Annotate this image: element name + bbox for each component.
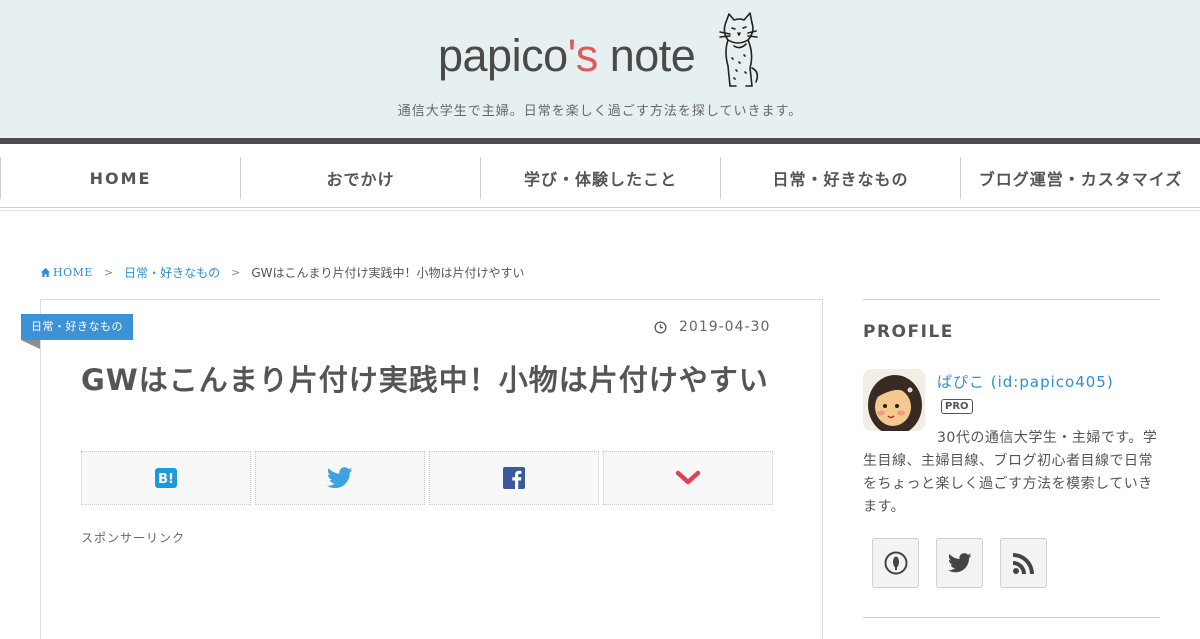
avatar[interactable] — [863, 369, 925, 431]
home-icon — [40, 267, 51, 277]
category-label-fold — [21, 340, 40, 349]
profile-bio: 30代の通信大学生・主婦です。学生目線、主婦目線、ブログ初心者目線で日常をちょっ… — [863, 430, 1158, 515]
clock-icon — [654, 320, 667, 334]
rss-icon — [1012, 553, 1034, 574]
nav-item-home[interactable]: HOME — [0, 157, 240, 199]
logo-tail: note — [597, 30, 696, 81]
site-header: papico's note 通信大学生で主婦。日常を楽しく過ごす方法を探していき… — [0, 0, 1200, 138]
avatar-illustration — [863, 369, 925, 431]
global-nav: HOME おでかけ 学び・体験したこと 日常・好きなもの ブログ運営・カスタマイ… — [0, 157, 1200, 199]
hatena-icon — [884, 551, 907, 575]
twitter-icon — [947, 553, 972, 573]
breadcrumb-home[interactable]: HOME — [40, 266, 93, 279]
sponsor-label: スポンサーリンク — [81, 531, 186, 545]
logo-main: papico — [438, 30, 568, 81]
nav-item-nichijo[interactable]: 日常・好きなもの — [720, 157, 960, 199]
hatena-profile-button[interactable] — [872, 538, 919, 588]
twitter-share-button[interactable] — [255, 451, 425, 505]
breadcrumb-current: GWはこんまり片付け実践中！小物は片付けやすい — [251, 265, 525, 280]
cat-logo-icon — [719, 12, 759, 87]
profile-name-link[interactable]: ぱぴこ (id:papico405) — [937, 371, 1114, 392]
pro-badge: PRO — [941, 399, 973, 414]
facebook-icon — [503, 467, 525, 489]
article-category-label[interactable]: 日常・好きなもの — [21, 314, 133, 340]
breadcrumb: HOME > 日常・好きなもの > GWはこんまり片付け実践中！小物は片付けやす… — [40, 263, 525, 281]
breadcrumb-category[interactable]: 日常・好きなもの — [124, 264, 220, 281]
chevron-right-icon: > — [103, 265, 114, 279]
twitter-profile-button[interactable] — [936, 538, 983, 588]
nav-item-blog[interactable]: ブログ運営・カスタマイズ — [960, 157, 1200, 199]
share-buttons: B! — [81, 451, 773, 505]
nav-item-manabi[interactable]: 学び・体験したこと — [480, 157, 720, 199]
hatena-bookmark-icon: B! — [155, 468, 177, 488]
nav-item-odekake[interactable]: おでかけ — [240, 157, 480, 199]
facebook-share-button[interactable] — [429, 451, 599, 505]
sidebar-divider-bottom — [863, 617, 1160, 618]
article-date: 2019-04-30 — [654, 319, 770, 335]
sidebar-divider — [863, 299, 1160, 300]
nav-divider-secondary — [0, 210, 1200, 211]
breadcrumb-home-label: HOME — [53, 265, 93, 279]
svg-text:B!: B! — [158, 472, 174, 487]
site-logo[interactable]: papico's note — [438, 28, 696, 84]
social-links — [872, 538, 1064, 588]
logo-accent: 's — [567, 30, 599, 81]
site-tagline: 通信大学生で主婦。日常を楽しく過ごす方法を探していきます。 — [397, 104, 803, 119]
twitter-icon — [327, 467, 353, 489]
article-title: GWはこんまり片付け実践中！小物は片付けやすい — [81, 363, 769, 397]
article-date-text: 2019-04-30 — [679, 319, 771, 335]
pocket-icon — [675, 470, 701, 485]
hatena-bookmark-share-button[interactable]: B! — [81, 451, 251, 505]
profile-heading: PROFILE — [863, 322, 954, 342]
rss-feed-button[interactable] — [1000, 538, 1047, 588]
nav-divider — [0, 207, 1200, 208]
header-divider — [0, 138, 1200, 144]
pocket-share-button[interactable] — [603, 451, 773, 505]
chevron-right-icon: > — [231, 265, 241, 279]
